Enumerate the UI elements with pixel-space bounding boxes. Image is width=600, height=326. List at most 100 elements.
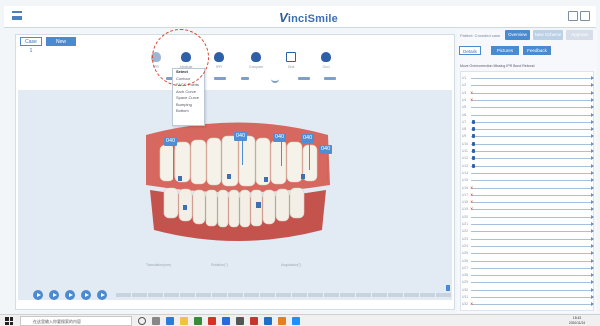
chart-row[interactable]: U27 [461, 265, 595, 272]
last-step-button[interactable] [97, 290, 107, 300]
chart-row[interactable]: U32 ✕ [461, 301, 595, 308]
chart-row[interactable]: U6 [461, 112, 595, 119]
chart-row[interactable]: U20 [461, 214, 595, 221]
chart-row[interactable]: U31 [461, 294, 595, 301]
new-scheme-button[interactable]: New Scheme [533, 30, 563, 40]
chart-row[interactable]: U5 [461, 104, 595, 111]
chart-row[interactable]: U12 [461, 155, 595, 162]
app-icon[interactable] [236, 317, 244, 325]
menu-icon[interactable] [12, 11, 22, 20]
timeline-slider[interactable] [116, 293, 451, 297]
3d-viewport[interactable]: 040 040 040 040 040 [18, 90, 452, 300]
chart-row[interactable]: U30 [461, 287, 595, 294]
chart-row[interactable]: U15 [461, 177, 595, 184]
chart-row[interactable]: U13 [461, 163, 595, 170]
chart-row[interactable]: U28 [461, 272, 595, 279]
ipr-flag[interactable]: 040 [319, 145, 333, 154]
edge-icon[interactable] [166, 317, 174, 325]
flag-line [281, 138, 282, 166]
row-label: U12 [462, 156, 469, 161]
row-label: U11 [462, 149, 468, 153]
close-icon[interactable] [592, 11, 598, 21]
folder-icon[interactable] [180, 317, 188, 325]
maximize-icon[interactable] [580, 11, 590, 21]
tab-new-scheme[interactable]: New Scheme [46, 37, 76, 54]
tool-option-icon[interactable] [324, 77, 336, 80]
chart-row[interactable]: U21 [461, 221, 595, 228]
cortana-icon[interactable] [138, 317, 146, 325]
system-tray[interactable] [486, 317, 556, 325]
tab-case-1[interactable]: Case 1 [20, 37, 42, 54]
tab-pictures[interactable]: Pictures [491, 46, 519, 55]
app-icon[interactable] [208, 317, 216, 325]
task-view-icon[interactable] [152, 317, 160, 325]
chart-row[interactable]: U23 [461, 236, 595, 243]
vincismile-taskbar-icon[interactable] [264, 317, 272, 325]
first-step-button[interactable] [33, 290, 43, 300]
dropdown-item[interactable]: Bottom [173, 108, 204, 115]
chart-row[interactable]: U25 [461, 250, 595, 257]
overview-button[interactable]: Overview [505, 30, 530, 40]
tool-option-icon[interactable] [241, 77, 249, 80]
chart-row[interactable]: U14 [461, 170, 595, 177]
clock[interactable]: 18:43 2020/11/24 [560, 316, 594, 326]
app-icon[interactable] [292, 317, 300, 325]
chart-row[interactable]: U3 ✕ [461, 90, 595, 97]
row-line [471, 99, 593, 101]
chart-row[interactable]: U19 ✕ [461, 206, 595, 213]
app-icon[interactable] [222, 317, 230, 325]
row-label: U22 [462, 229, 469, 234]
windows-start-icon[interactable] [5, 317, 13, 325]
missing-marker: ✕ [470, 301, 474, 307]
ipr-flag[interactable]: 040 [164, 137, 178, 146]
tool-option-icon[interactable] [214, 77, 226, 80]
chart-row[interactable]: U10 [461, 141, 595, 148]
ipr-flag[interactable]: 040 [301, 134, 315, 143]
timeline-handle[interactable] [446, 285, 450, 291]
row-label: U5 [462, 105, 467, 110]
chart-row[interactable]: U26 [461, 258, 595, 265]
minimize-icon[interactable] [568, 11, 578, 21]
chart-row[interactable]: U29 [461, 279, 595, 286]
row-label: U2 [462, 83, 467, 88]
tool-occlusion[interactable]: Occl [316, 52, 336, 69]
approve-button[interactable]: Approve [566, 30, 593, 40]
app-icon[interactable] [194, 317, 202, 325]
chart-row[interactable]: U17 ✕ [461, 192, 595, 199]
chart-row[interactable]: U1 [461, 75, 595, 82]
chart-row[interactable]: U16 ✕ [461, 185, 595, 192]
chart-row[interactable]: U11 [461, 148, 595, 155]
next-step-button[interactable] [81, 290, 91, 300]
tool-grid[interactable]: Grid [281, 52, 301, 69]
tab-feedback[interactable]: Feedback [523, 46, 551, 55]
chart-row[interactable]: U18 ✕ [461, 199, 595, 206]
app-icon[interactable] [278, 317, 286, 325]
missing-marker: ✕ [470, 206, 474, 212]
chart-row[interactable]: U2 [461, 82, 595, 89]
row-label: U21 [462, 222, 469, 226]
chart-row[interactable]: U9 [461, 133, 595, 140]
taskbar-search[interactable]: 在这里输入你要搜索的内容 [20, 316, 132, 326]
chart-row[interactable]: U24 [461, 243, 595, 250]
tool-ipr-2[interactable]: IPR [209, 52, 229, 69]
ipr-flag[interactable]: 040 [234, 132, 248, 141]
ipr-flag[interactable]: 040 [273, 133, 287, 142]
arch-icon[interactable] [271, 77, 279, 83]
tool-option-icon[interactable] [298, 77, 310, 80]
tool-compare[interactable]: Compare [246, 52, 266, 69]
row-arrow-icon [591, 251, 594, 256]
row-label: U13 [462, 163, 469, 168]
tab-details[interactable]: Details [459, 46, 481, 55]
row-arrow-icon [591, 200, 594, 205]
app-icon[interactable] [250, 317, 258, 325]
right-tabs: Details Pictures Feedback [459, 46, 594, 56]
row-label: U8 [462, 127, 467, 132]
patient-label: Patient: Crowded case [460, 33, 501, 38]
play-button[interactable] [65, 290, 75, 300]
chart-row[interactable]: U22 [461, 228, 595, 235]
chart-row[interactable]: U7 [461, 119, 595, 126]
row-line [471, 304, 593, 306]
chart-row[interactable]: U8 [461, 126, 595, 133]
chart-row[interactable]: U4 ✕ [461, 97, 595, 104]
prev-step-button[interactable] [49, 290, 59, 300]
